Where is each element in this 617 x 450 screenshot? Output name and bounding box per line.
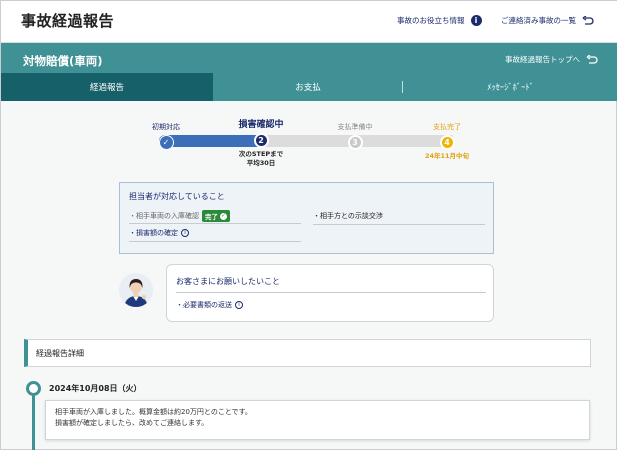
timeline-dot bbox=[26, 381, 41, 396]
step-note: 次のSTEPまで 平均30日 bbox=[221, 150, 301, 168]
entry-line: 損害額が確定しましたら、改めてご連絡します。 bbox=[55, 419, 209, 427]
tab-label: お支払 bbox=[295, 83, 321, 93]
divider bbox=[129, 241, 301, 242]
report-top-label: 事故経過報告トップへ bbox=[505, 55, 580, 64]
timeline-line bbox=[32, 387, 35, 450]
entry-line: 相手車両が入庫しました。概算金額は約20万円とのことです。 bbox=[55, 408, 252, 416]
task-label: ・相手車両の入庫確認 bbox=[129, 212, 199, 220]
reported-accidents-label: ご連絡済み事故の一覧 bbox=[501, 16, 576, 25]
tab-label: ﾒｯｾｰｼﾞﾎﾞｰﾄﾞ bbox=[487, 83, 534, 93]
step-label: 損害確認中 bbox=[238, 120, 284, 130]
report-top-link[interactable]: 事故経過報告トップへ bbox=[505, 54, 598, 65]
step-number: 4 bbox=[439, 135, 455, 150]
tab-payment[interactable]: お支払 bbox=[213, 73, 403, 101]
timeline-date: 2024年10月08日（火） bbox=[49, 384, 142, 393]
info-icon: i bbox=[470, 15, 482, 26]
tab-message-board[interactable]: ﾒｯｾｰｼﾞﾎﾞｰﾄﾞ bbox=[403, 73, 617, 101]
details-heading: 経過報告詳細 bbox=[36, 348, 84, 358]
task-settlement: ・相手方との示談交渉 bbox=[313, 211, 383, 221]
task-label: ・損害額の確定 bbox=[129, 229, 178, 237]
divider bbox=[176, 292, 486, 293]
agent-illustration bbox=[119, 273, 153, 307]
tab-bar: 経過報告 お支払 ﾒｯｾｰｼﾞﾎﾞｰﾄﾞ bbox=[1, 73, 617, 101]
step-note-line: 平均30日 bbox=[246, 159, 276, 167]
customer-requests-box: お客さまにお願いしたいこと ・必要書類の返送 i bbox=[166, 264, 494, 322]
return-arrow-icon bbox=[586, 54, 598, 64]
step-payment-done: 支払完了 4 24年11月中旬 bbox=[407, 121, 487, 161]
step-initial: 初期対応 ✓ bbox=[126, 121, 206, 150]
progress-stepper: 初期対応 ✓ 損害確認中 2 次のSTEPまで 平均30日 支払準備中 3 支払… bbox=[151, 115, 469, 175]
agent-tasks-box: 担当者が対応していること ・相手車両の入庫確認 完了 ✓ ・損害額の確定 i ・相… bbox=[119, 182, 494, 254]
task-label: ・相手方との示談交渉 bbox=[313, 212, 383, 220]
app-title: 事故経過報告 bbox=[21, 12, 115, 30]
task-vehicle-intake: ・相手車両の入庫確認 完了 ✓ bbox=[129, 210, 230, 222]
step-payment-prep: 支払準備中 3 bbox=[315, 121, 395, 150]
task-damage-amount[interactable]: ・損害額の確定 i bbox=[129, 228, 189, 238]
avatar bbox=[119, 273, 153, 307]
step-label: 支払準備中 bbox=[337, 123, 373, 131]
info-icon[interactable]: i bbox=[235, 301, 243, 309]
top-header: 事故経過報告 事故のお役立ち情報 i ご連絡済み事故の一覧 bbox=[1, 1, 617, 43]
badge-label: 完了 bbox=[205, 213, 218, 221]
check-icon: ✓ bbox=[220, 212, 227, 220]
tab-progress-report[interactable]: 経過報告 bbox=[1, 73, 213, 101]
status-badge: 完了 ✓ bbox=[202, 210, 230, 222]
step-label: 初期対応 bbox=[152, 123, 180, 131]
step-label: 支払完了 bbox=[433, 123, 461, 131]
divider bbox=[129, 223, 301, 224]
coverage-title: 対物賠償(車両) bbox=[23, 54, 103, 68]
step-damage-check: 損害確認中 2 次のSTEPまで 平均30日 bbox=[221, 119, 301, 168]
customer-requests-heading: お客さまにお願いしたいこと bbox=[176, 277, 280, 286]
return-arrow-icon bbox=[582, 15, 594, 25]
timeline-entry: 相手車両が入庫しました。概算金額は約20万円とのことです。 損害額が確定しました… bbox=[45, 400, 590, 440]
request-return-documents[interactable]: ・必要書類の返送 i bbox=[176, 300, 243, 310]
info-icon[interactable]: i bbox=[181, 229, 189, 237]
step-number: 3 bbox=[347, 135, 363, 150]
useful-info-label: 事故のお役立ち情報 bbox=[397, 16, 465, 25]
details-section-header: 経過報告詳細 bbox=[24, 339, 591, 367]
divider bbox=[313, 224, 485, 225]
agent-tasks-heading: 担当者が対応していること bbox=[129, 192, 225, 201]
tab-label: 経過報告 bbox=[89, 83, 124, 93]
check-icon: ✓ bbox=[158, 135, 174, 150]
request-label: ・必要書類の返送 bbox=[176, 301, 232, 309]
step-number: 2 bbox=[253, 133, 269, 148]
useful-info-link[interactable]: 事故のお役立ち情報 i bbox=[397, 15, 482, 26]
step-note-line: 次のSTEPまで bbox=[238, 150, 284, 158]
reported-accidents-link[interactable]: ご連絡済み事故の一覧 bbox=[501, 15, 594, 26]
step-note: 24年11月中旬 bbox=[424, 152, 470, 160]
